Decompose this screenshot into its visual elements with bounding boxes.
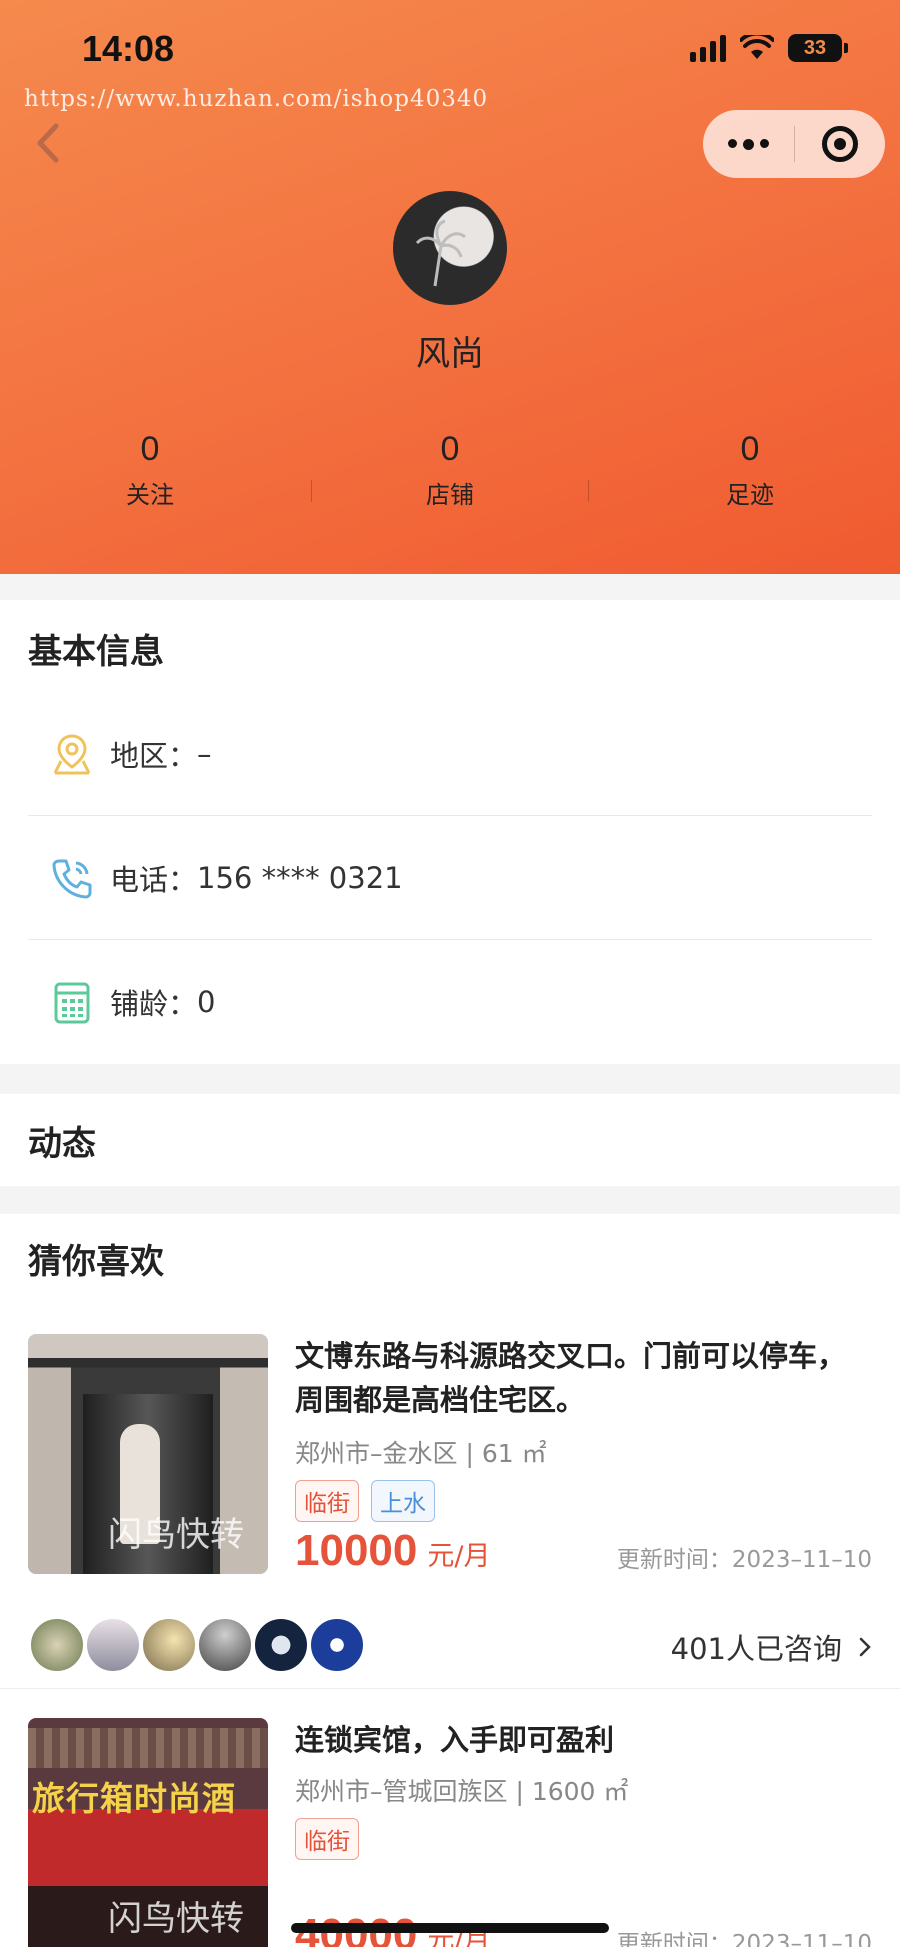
stat-label: 足迹: [726, 481, 774, 509]
listing-thumbnail: 闪鸟快转: [28, 1334, 268, 1574]
thumbnail-sign-text: 旅行箱时尚酒: [32, 1779, 236, 1818]
calendar-icon: [48, 978, 96, 1026]
more-dots-icon: [727, 138, 769, 150]
listing-thumbnail: 旅行箱时尚酒 闪鸟快转: [28, 1718, 268, 1947]
username: 风尚: [416, 334, 484, 374]
listing-location: 郑州市–管城回族区 | 1600 ㎡: [295, 1777, 629, 1806]
avatar: [252, 1616, 310, 1674]
stat-value: 0: [440, 430, 460, 468]
location-pin-icon: [48, 730, 96, 778]
basic-info-card: 基本信息 地区： – 电话： 156 **** 0321 铺龄： 0: [0, 600, 900, 1064]
palm-tree-icon: [415, 219, 466, 287]
dynamics-card[interactable]: 动态: [0, 1094, 900, 1186]
thumbnail-watermark: 闪鸟快转: [108, 1515, 244, 1555]
stat-follow[interactable]: 0 关注: [0, 430, 300, 510]
section-title: 基本信息: [28, 632, 164, 672]
listing-updated: 更新时间：2023–11–10: [616, 1547, 872, 1573]
thumbnail-watermark: 闪鸟快转: [108, 1899, 244, 1939]
avatar: [84, 1616, 142, 1674]
stat-value: 0: [140, 430, 160, 468]
listing-item[interactable]: 旅行箱时尚酒 闪鸟快转 连锁宾馆，入手即可盈利 郑州市–管城回族区 | 1600…: [28, 1718, 872, 1947]
phone-label: 电话：: [110, 862, 198, 897]
shop-age-label: 铺龄：: [110, 987, 198, 1021]
info-row-region: 地区： –: [28, 692, 872, 816]
listing-title: 文博东路与科源路交叉口。门前可以停车，周围都是高档住宅区。: [295, 1339, 847, 1417]
phone-icon: [48, 854, 96, 902]
info-row-shop-age: 铺龄： 0: [28, 940, 872, 1064]
more-button[interactable]: [703, 110, 794, 178]
stat-divider: [311, 480, 312, 502]
section-title: 动态: [28, 1124, 96, 1164]
section-title: 猜你喜欢: [28, 1242, 164, 1282]
close-miniprogram-button[interactable]: [795, 110, 886, 178]
stat-label: 关注: [126, 481, 174, 509]
listing-location: 郑州市–金水区 | 61 ㎡: [295, 1439, 547, 1468]
miniprogram-capsule: [703, 110, 885, 178]
price-unit: 元/月: [427, 1541, 491, 1572]
target-icon: [821, 126, 858, 162]
listing-title: 连锁宾馆，入手即可盈利: [295, 1723, 615, 1757]
tag: 临街: [295, 1480, 359, 1522]
url-watermark: https://www.huzhan.com/ishop40340: [24, 86, 489, 112]
stat-label: 店铺: [426, 481, 474, 509]
divider: [0, 1688, 900, 1689]
tag: 临街: [295, 1818, 359, 1860]
consult-count: 401人已咨询: [670, 1632, 842, 1666]
listing-tags: 临街 上水: [295, 1480, 435, 1522]
chevron-right-icon: [859, 1637, 871, 1657]
tag: 上水: [371, 1480, 435, 1522]
avatar[interactable]: [393, 191, 507, 305]
status-time: 14:08: [82, 28, 175, 69]
status-indicators: 33: [690, 34, 848, 62]
stat-shops[interactable]: 0 店铺: [300, 430, 600, 510]
info-row-phone[interactable]: 电话： 156 **** 0321: [28, 816, 872, 940]
avatar: [28, 1616, 86, 1674]
signal-icon: [690, 34, 726, 62]
stat-value: 0: [740, 430, 760, 468]
recommend-card: 猜你喜欢 闪鸟快转 文博东路与科源路交叉口。门前可以停车，周围都是高档住宅区。 …: [0, 1214, 900, 1947]
listing-item[interactable]: 闪鸟快转 文博东路与科源路交叉口。门前可以停车，周围都是高档住宅区。 郑州市–金…: [28, 1334, 872, 1690]
wifi-icon: [740, 35, 774, 59]
chevron-left-icon: [37, 123, 59, 163]
price-value: 10000: [295, 1526, 418, 1575]
consult-link[interactable]: 401人已咨询: [671, 1626, 872, 1668]
avatar: [196, 1616, 254, 1674]
region-value: –: [197, 736, 212, 771]
profile-stats: 0 关注 0 店铺 0 足迹: [0, 430, 900, 510]
shop-age-value: 0: [197, 985, 216, 1019]
avatar: [308, 1616, 366, 1674]
consultant-avatars: [28, 1616, 366, 1674]
battery-icon: 33: [788, 34, 848, 62]
listing-price: 10000 元/月: [295, 1526, 490, 1576]
stat-footprint[interactable]: 0 足迹: [600, 430, 900, 510]
avatar: [140, 1616, 198, 1674]
phone-value: 156 **** 0321: [197, 860, 403, 895]
home-indicator[interactable]: [291, 1923, 609, 1933]
listing-updated: 更新时间：2023–11–10: [616, 1931, 872, 1947]
listing-tags: 临街: [295, 1818, 359, 1860]
region-label: 地区：: [110, 738, 198, 773]
back-button[interactable]: [30, 118, 70, 168]
stat-divider: [588, 480, 589, 502]
